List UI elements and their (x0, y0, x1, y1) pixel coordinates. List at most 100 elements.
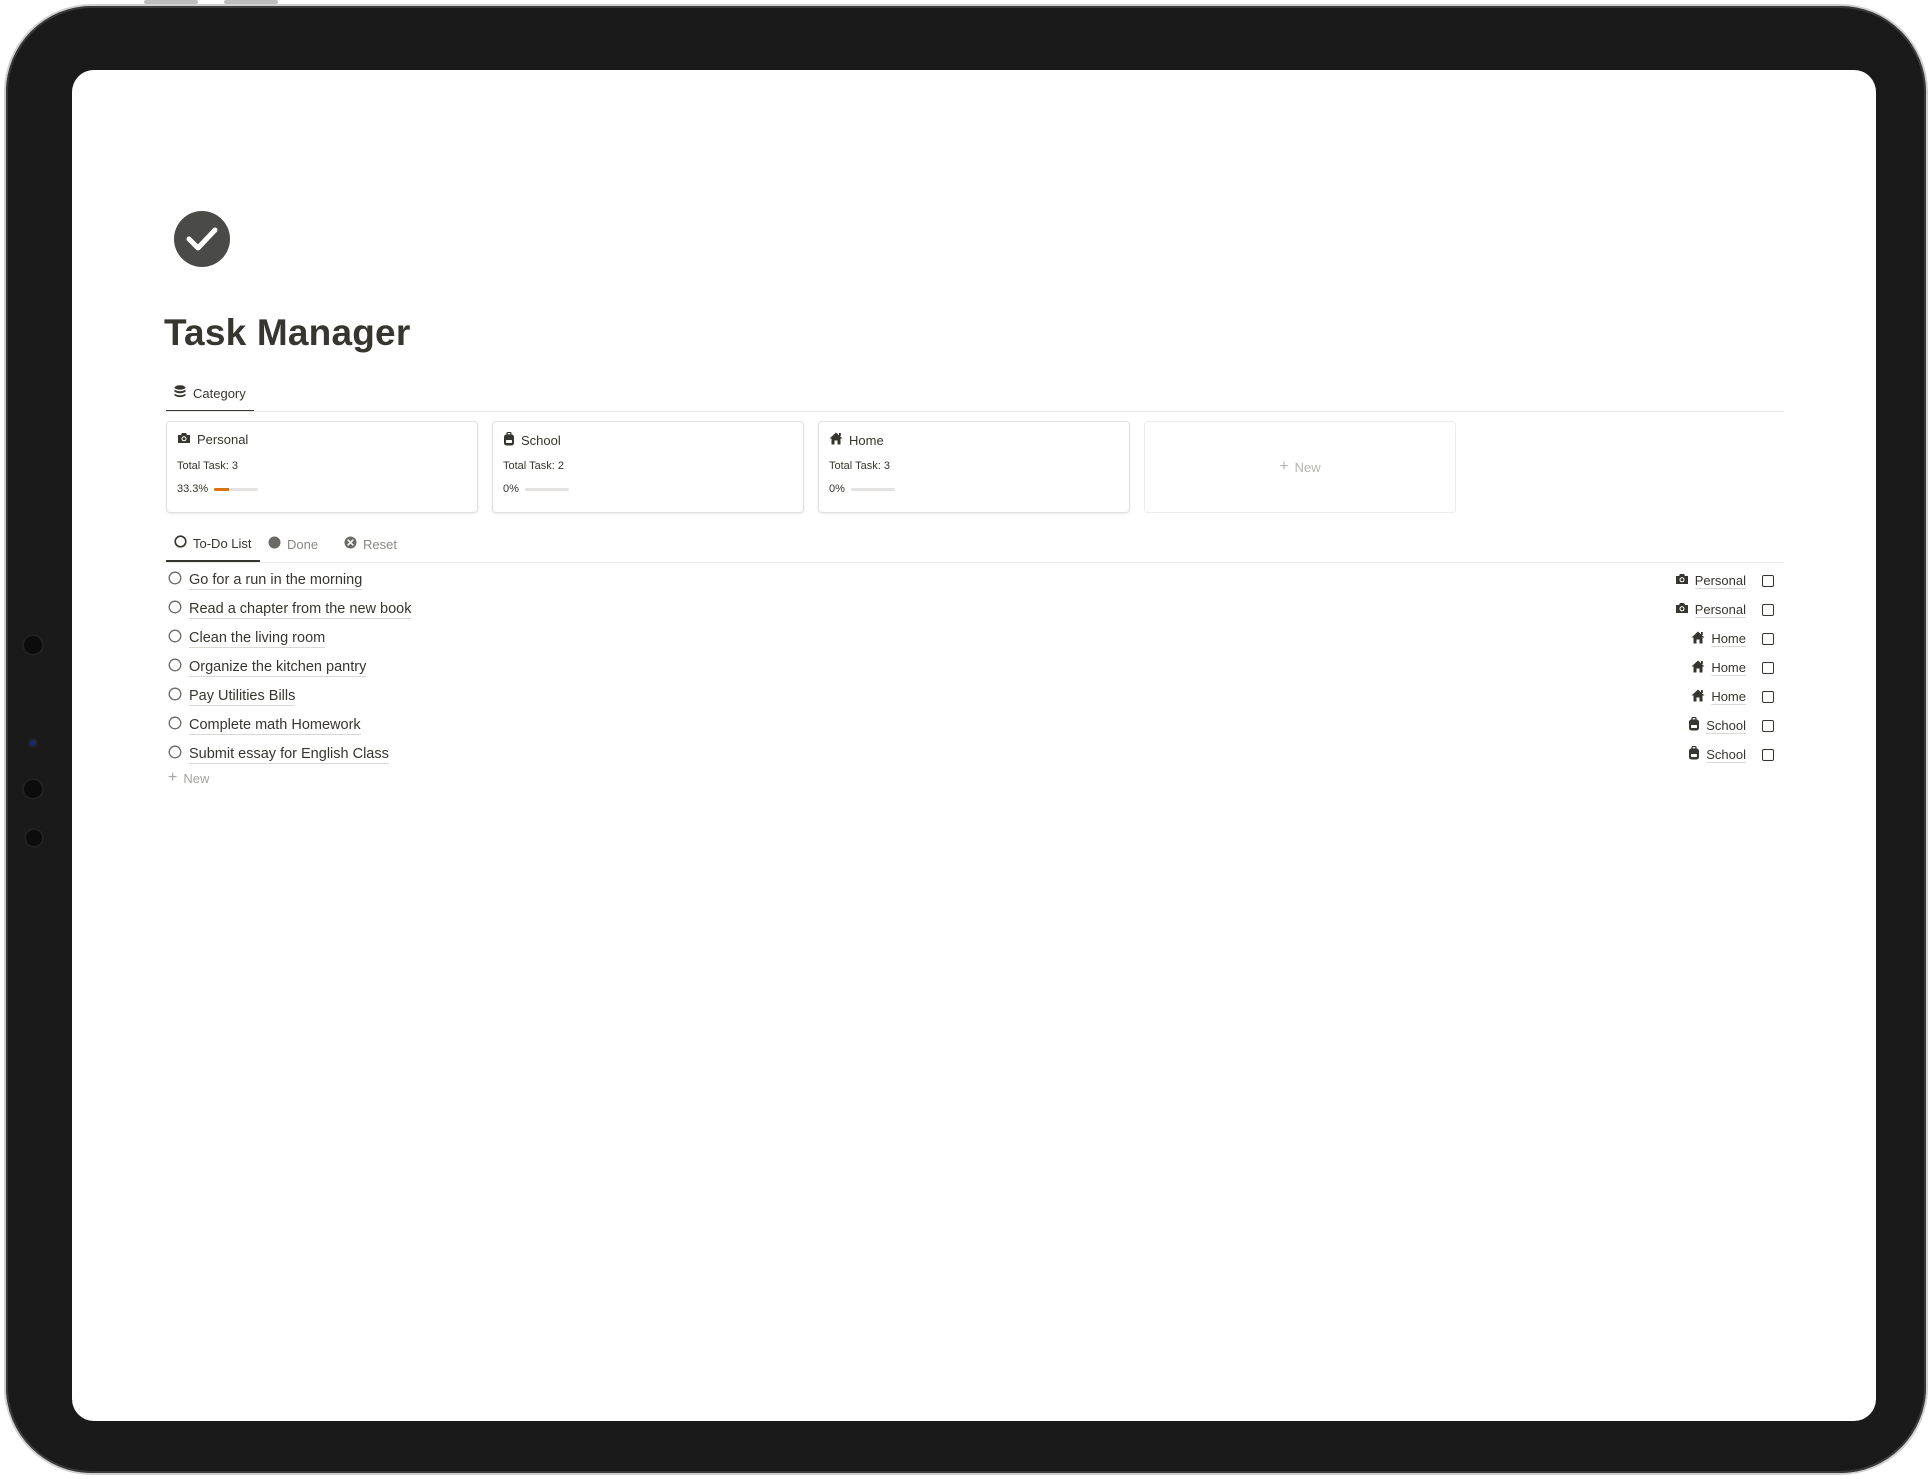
new-category-button[interactable]: + New (1144, 421, 1456, 513)
house-icon (1691, 660, 1705, 676)
camera-icon (1675, 573, 1689, 588)
tab-label: Done (287, 536, 319, 552)
task-category: Personal (1694, 572, 1746, 589)
check-circle-icon[interactable] (174, 211, 230, 267)
task-done-checkbox[interactable] (1762, 574, 1774, 587)
task-open[interactable]: Pay Utilities Bills (168, 682, 296, 711)
task-category: Personal (1694, 601, 1746, 618)
sensor-dot (22, 778, 44, 800)
empty-circle-icon[interactable] (168, 600, 182, 619)
tab-label: To-Do List (193, 535, 252, 551)
volume-button-top (144, 0, 198, 4)
task-title: Clean the living room (189, 629, 326, 648)
task-category-link[interactable]: School (1688, 745, 1746, 763)
tablet-frame: Task Manager Category Personal Total Tas… (6, 0, 1926, 1473)
task-row: Clean the living room Home (166, 624, 1782, 653)
plus-icon: + (168, 769, 178, 786)
progress-percent: 33.3% (177, 483, 209, 495)
camera-icon (177, 432, 191, 447)
sensor-dot (24, 828, 44, 848)
task-category: School (1706, 746, 1746, 763)
new-task-button[interactable]: + New (168, 770, 209, 786)
task-row: Read a chapter from the new book Persona… (166, 595, 1782, 624)
category-name: Personal (197, 432, 249, 447)
task-title: Organize the kitchen pantry (189, 658, 367, 677)
empty-circle-icon[interactable] (168, 716, 182, 735)
task-done-checkbox[interactable] (1762, 719, 1774, 732)
task-title: Submit essay for English Class (189, 745, 389, 764)
task-title: Complete math Homework (189, 716, 361, 735)
task-row: Pay Utilities Bills Home (166, 682, 1782, 711)
camera-lens (28, 738, 38, 748)
task-open[interactable]: Go for a run in the morning (168, 566, 363, 595)
empty-circle-icon[interactable] (168, 745, 182, 764)
task-category: School (1706, 717, 1746, 734)
tab-category-label: Category (193, 385, 246, 401)
task-open[interactable]: Organize the kitchen pantry (168, 653, 367, 682)
task-title: Go for a run in the morning (189, 571, 363, 590)
task-category-link[interactable]: Home (1691, 689, 1746, 705)
task-open[interactable]: Clean the living room (168, 624, 326, 653)
tab-category[interactable]: Category (166, 376, 254, 412)
progress-percent: 0% (503, 483, 519, 495)
task-done-checkbox[interactable] (1762, 690, 1774, 703)
task-title: Read a chapter from the new book (189, 600, 412, 619)
task-done-checkbox[interactable] (1762, 748, 1774, 761)
category-card-personal[interactable]: Personal Total Task: 3 33.3% (166, 421, 478, 513)
category-card-school[interactable]: School Total Task: 2 0% (492, 421, 804, 513)
task-row: Complete math Homework School (166, 711, 1782, 740)
empty-circle-icon[interactable] (168, 658, 182, 677)
task-done-checkbox[interactable] (1762, 661, 1774, 674)
progress-bar-fill (214, 487, 229, 491)
task-done-checkbox[interactable] (1762, 603, 1774, 616)
divider (164, 411, 1784, 412)
new-task-label: New (183, 770, 210, 786)
tab-reset[interactable]: Reset (344, 526, 397, 562)
empty-circle-icon (174, 535, 187, 551)
task-category-link[interactable]: Home (1691, 631, 1746, 647)
new-category-label: New (1294, 459, 1321, 475)
task-title: Pay Utilities Bills (189, 687, 296, 706)
category-name: School (521, 433, 561, 448)
backpack-icon (1688, 745, 1700, 763)
empty-circle-icon[interactable] (168, 687, 182, 706)
tab-todo-list[interactable]: To-Do List (166, 526, 260, 562)
stack-icon (174, 385, 186, 401)
backpack-icon (503, 431, 515, 449)
task-category: Home (1711, 630, 1746, 647)
task-open[interactable]: Complete math Homework (168, 711, 361, 740)
task-category: Home (1711, 688, 1746, 705)
progress-bar (850, 487, 895, 491)
total-task-count: Total Task: 3 (177, 460, 238, 472)
task-category-link[interactable]: School (1688, 716, 1746, 734)
progress-bar (214, 487, 259, 491)
total-task-count: Total Task: 2 (503, 460, 564, 472)
sensor-dot (22, 634, 44, 656)
task-row: Organize the kitchen pantry Home (166, 653, 1782, 682)
empty-circle-icon[interactable] (168, 571, 182, 590)
plus-icon: + (1279, 458, 1289, 475)
app-screen: Task Manager Category Personal Total Tas… (72, 70, 1876, 1421)
volume-button-bottom (224, 0, 278, 4)
task-open[interactable]: Read a chapter from the new book (168, 595, 412, 624)
filled-circle-icon (268, 536, 281, 552)
task-done-checkbox[interactable] (1762, 632, 1774, 645)
progress-bar (524, 487, 569, 491)
task-open[interactable]: Submit essay for English Class (168, 740, 389, 769)
backpack-icon (1688, 716, 1700, 734)
task-category: Home (1711, 659, 1746, 676)
house-icon (829, 432, 843, 448)
empty-circle-icon[interactable] (168, 629, 182, 648)
progress-percent: 0% (829, 483, 845, 495)
camera-icon (1675, 602, 1689, 617)
task-category-link[interactable]: Home (1691, 660, 1746, 676)
house-icon (1691, 689, 1705, 705)
page-title[interactable]: Task Manager (164, 312, 410, 354)
task-category-link[interactable]: Personal (1675, 573, 1746, 589)
task-row: Go for a run in the morning Personal (166, 566, 1782, 595)
tab-done[interactable]: Done (268, 526, 318, 562)
divider (164, 562, 1784, 563)
task-row: Submit essay for English Class School (166, 740, 1782, 769)
category-card-home[interactable]: Home Total Task: 3 0% (818, 421, 1130, 513)
task-category-link[interactable]: Personal (1675, 602, 1746, 618)
